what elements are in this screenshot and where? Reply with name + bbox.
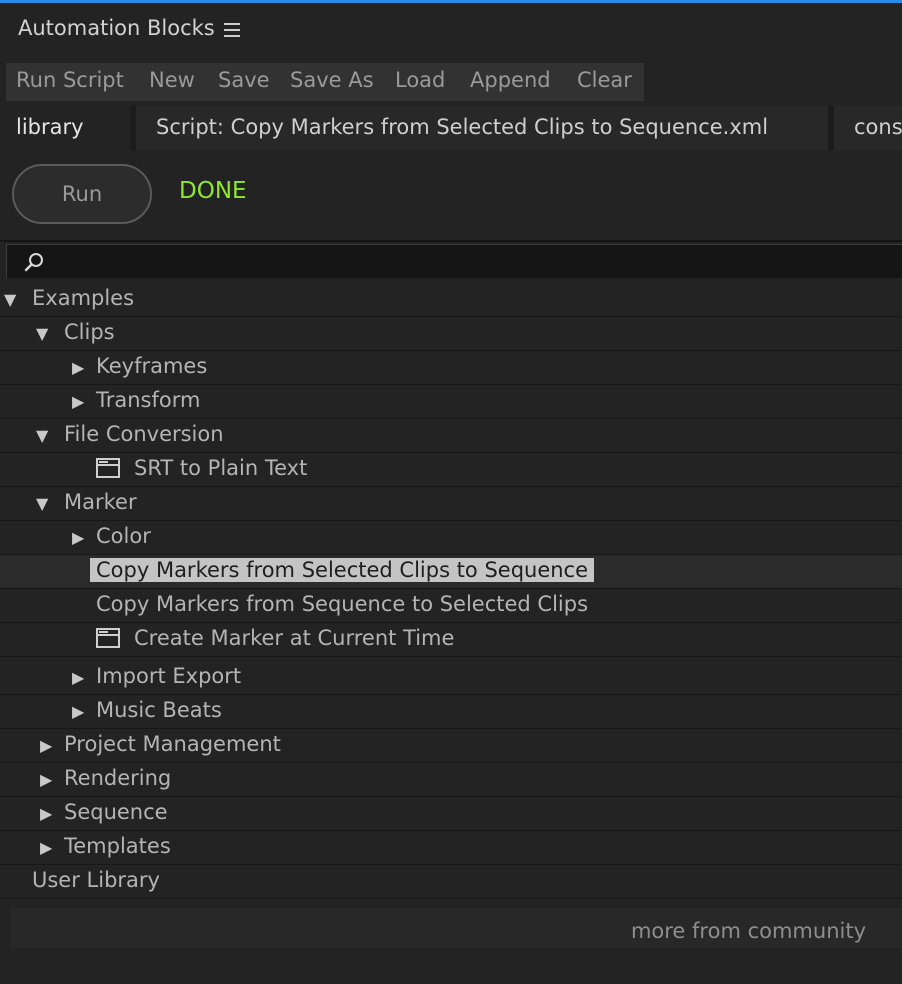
panel-header: Automation Blocks xyxy=(0,3,902,59)
search-bar xyxy=(6,244,902,278)
tree-item-label: Clips xyxy=(64,320,115,344)
tree-item-label: Create Marker at Current Time xyxy=(134,626,455,650)
tree-item-create-marker[interactable]: Create Marker at Current Time xyxy=(0,623,902,657)
caret-right-icon[interactable]: ▶ xyxy=(72,393,84,411)
caret-right-icon[interactable]: ▶ xyxy=(40,737,52,755)
tree-item-label: File Conversion xyxy=(64,422,224,446)
tree-item-label: Music Beats xyxy=(96,698,222,722)
tree-item-color[interactable]: ▶ Color xyxy=(0,521,902,555)
caret-right-icon[interactable]: ▶ xyxy=(40,839,52,857)
tree-item-templates[interactable]: ▶ Templates xyxy=(0,831,902,865)
tree-item-copy-markers-clips-to-sequence[interactable]: Copy Markers from Selected Clips to Sequ… xyxy=(0,555,902,589)
caret-right-icon[interactable]: ▶ xyxy=(72,359,84,377)
tree-item-clips[interactable]: ▼ Clips xyxy=(0,317,902,351)
tree-item-examples[interactable]: ▼ Examples xyxy=(0,283,902,317)
tree-item-music-beats[interactable]: ▶ Music Beats xyxy=(0,695,902,729)
tree-item-label: Color xyxy=(96,524,151,548)
new-button[interactable]: New xyxy=(149,68,195,92)
tree-item-copy-markers-sequence-to-clips[interactable]: Copy Markers from Sequence to Selected C… xyxy=(0,589,902,623)
caret-right-icon[interactable]: ▶ xyxy=(72,703,84,721)
load-button[interactable]: Load xyxy=(395,68,445,92)
caret-right-icon[interactable]: ▶ xyxy=(72,529,84,547)
caret-right-icon[interactable]: ▶ xyxy=(40,771,52,789)
search-input[interactable] xyxy=(51,248,895,276)
tree-item-label: SRT to Plain Text xyxy=(134,456,308,480)
caret-down-icon[interactable]: ▼ xyxy=(4,291,16,309)
tree-item-label: Templates xyxy=(64,834,171,858)
tree-item-project-management[interactable]: ▶ Project Management xyxy=(0,729,902,763)
tree-item-import-export[interactable]: ▶ Import Export xyxy=(0,661,902,695)
tree-item-srt-to-plain-text[interactable]: SRT to Plain Text xyxy=(0,453,902,487)
tab-library[interactable]: library xyxy=(0,106,130,150)
status-text: DONE xyxy=(179,178,247,204)
more-from-community-link[interactable]: more from community xyxy=(631,919,866,943)
search-icon xyxy=(24,253,43,272)
tree-item-marker[interactable]: ▼ Marker xyxy=(0,487,902,521)
tree-item-sequence[interactable]: ▶ Sequence xyxy=(0,797,902,831)
divider xyxy=(0,240,902,242)
tree-item-label: User Library xyxy=(32,868,160,892)
tree-item-user-library[interactable]: User Library xyxy=(0,865,902,899)
caret-down-icon[interactable]: ▼ xyxy=(36,325,48,343)
append-button[interactable]: Append xyxy=(470,68,551,92)
run-button[interactable]: Run xyxy=(12,164,152,224)
save-as-button[interactable]: Save As xyxy=(290,68,374,92)
clear-button[interactable]: Clear xyxy=(577,68,632,92)
tab-library-label: library xyxy=(16,115,84,139)
caret-down-icon[interactable]: ▼ xyxy=(36,427,48,445)
script-file-icon xyxy=(96,458,120,478)
tree-item-label: Transform xyxy=(96,388,201,412)
script-file-icon xyxy=(96,628,120,648)
tab-script[interactable]: Script: Copy Markers from Selected Clips… xyxy=(136,106,828,150)
panel-title: Automation Blocks xyxy=(18,16,215,40)
tree-item-label: Keyframes xyxy=(96,354,208,378)
tree-item-label: Import Export xyxy=(96,664,242,688)
tab-console[interactable]: cons xyxy=(834,106,902,150)
tab-script-label: Script: Copy Markers from Selected Clips… xyxy=(156,115,769,139)
tab-console-label: cons xyxy=(854,115,902,139)
tree-item-file-conversion[interactable]: ▼ File Conversion xyxy=(0,419,902,453)
caret-right-icon[interactable]: ▶ xyxy=(72,669,84,687)
tree-item-rendering[interactable]: ▶ Rendering xyxy=(0,763,902,797)
tree-item-keyframes[interactable]: ▶ Keyframes xyxy=(0,351,902,385)
hamburger-menu-icon[interactable] xyxy=(224,23,240,37)
save-button[interactable]: Save xyxy=(218,68,270,92)
tree-item-label: Examples xyxy=(32,286,135,310)
footer-bar: more from community xyxy=(10,908,902,948)
caret-right-icon[interactable]: ▶ xyxy=(40,805,52,823)
caret-down-icon[interactable]: ▼ xyxy=(36,495,48,513)
tree-item-transform[interactable]: ▶ Transform xyxy=(0,385,902,419)
tree-item-label: Marker xyxy=(64,490,137,514)
tab-bar: library Script: Copy Markers from Select… xyxy=(0,106,902,150)
tree-item-label: Rendering xyxy=(64,766,172,790)
tree-item-label-selected: Copy Markers from Selected Clips to Sequ… xyxy=(90,558,595,582)
tree-item-label: Project Management xyxy=(64,732,281,756)
tree-item-label: Copy Markers from Sequence to Selected C… xyxy=(96,592,589,616)
tree-item-label: Sequence xyxy=(64,800,168,824)
run-script-button[interactable]: Run Script xyxy=(16,68,124,92)
toolbar: Run Script New Save Save As Load Append … xyxy=(6,63,644,101)
